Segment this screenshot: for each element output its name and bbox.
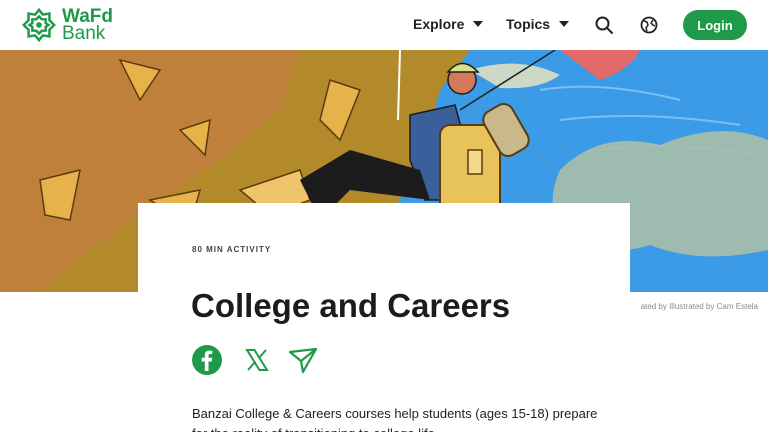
nav-explore-label: Explore (413, 16, 465, 32)
chevron-down-icon (473, 21, 484, 27)
wafd-wordmark: WaFd Bank (62, 7, 113, 44)
page-title: College and Careers (191, 287, 511, 324)
activity-duration: 80 MIN ACTIVITY (192, 245, 272, 254)
x-icon[interactable] (241, 344, 273, 376)
wafd-logo[interactable]: WaFd Bank (20, 6, 113, 44)
globe-icon[interactable] (639, 15, 659, 35)
image-credit: ated by Illustrated by Cam Estela (640, 302, 758, 311)
brand-line-2: Bank (62, 23, 106, 44)
site-header: WaFd Bank Explore Topics Login (0, 0, 768, 50)
article-card: 80 MIN ACTIVITY College and Careers Banz… (138, 203, 630, 432)
nav-topics[interactable]: Topics (506, 16, 570, 32)
nav-topics-label: Topics (506, 16, 551, 32)
search-icon[interactable] (594, 15, 614, 35)
article-intro: Banzai College & Careers courses help st… (192, 406, 598, 432)
login-button[interactable]: Login (683, 10, 747, 40)
wafd-logo-icon (22, 7, 56, 43)
nav-explore[interactable]: Explore (413, 16, 484, 32)
facebook-icon[interactable] (191, 344, 223, 376)
chevron-down-icon (559, 21, 570, 27)
send-icon[interactable] (287, 344, 319, 376)
